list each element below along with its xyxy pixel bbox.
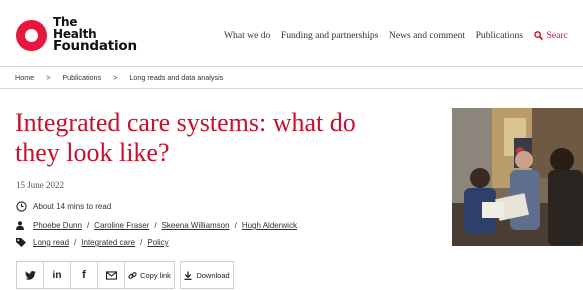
site-header: The Health Foundation What we do Funding… [0, 4, 583, 67]
author-separator: / [86, 221, 90, 230]
facebook-share-button[interactable]: f [71, 262, 98, 288]
read-time-text: About 14 mins to read [33, 202, 112, 211]
facebook-icon: f [82, 269, 86, 281]
author-link[interactable]: Phoebe Dunn [33, 221, 82, 230]
authors: Phoebe Dunn / Caroline Fraser / Skeena W… [16, 221, 297, 230]
tag-link[interactable]: Long read [33, 238, 69, 247]
share-toolbar: in f Copy link Download [16, 261, 234, 289]
person-icon [16, 221, 28, 230]
author-separator: / [154, 221, 157, 230]
clock-icon [16, 201, 28, 212]
search-button[interactable]: Searc [533, 30, 568, 41]
tag-link[interactable]: Integrated care [81, 238, 135, 247]
copy-link-button[interactable]: Copy link [125, 262, 174, 288]
search-label: Searc [546, 30, 568, 41]
read-time: About 14 mins to read [16, 201, 111, 212]
nav-funding-and-partnerships[interactable]: Funding and partnerships [281, 30, 379, 41]
search-icon [533, 31, 543, 40]
linkedin-share-button[interactable]: in [44, 262, 71, 288]
main-nav: What we do Funding and partnerships News… [224, 30, 578, 41]
link-icon [128, 271, 137, 279]
logo-mark-icon [16, 19, 47, 51]
copy-link-label: Copy link [140, 270, 171, 280]
logo-wordmark: The Health Foundation [53, 15, 137, 54]
author-link[interactable]: Hugh Alderwick [242, 221, 297, 230]
download-icon [184, 271, 192, 280]
download-button[interactable]: Download [180, 261, 234, 289]
breadcrumb: Home > Publications > Long reads and dat… [0, 67, 583, 89]
nav-publications[interactable]: Publications [476, 30, 523, 41]
email-icon [105, 270, 117, 280]
article-hero-image [452, 108, 583, 246]
tag-link[interactable]: Policy [147, 238, 168, 247]
linkedin-icon: in [52, 269, 62, 281]
email-share-button[interactable] [98, 262, 125, 288]
tag-separator: / [140, 238, 143, 247]
breadcrumb-publications[interactable]: Publications [62, 73, 101, 82]
breadcrumb-long-reads[interactable]: Long reads and data analysis [129, 73, 223, 82]
page-title: Integrated care systems: what do they lo… [15, 108, 356, 167]
twitter-icon [24, 270, 36, 280]
twitter-share-button[interactable] [17, 262, 44, 288]
author-link[interactable]: Skeena Williamson [162, 221, 230, 230]
breadcrumb-home[interactable]: Home [15, 73, 34, 82]
tags: Long read / Integrated care / Policy [16, 238, 169, 247]
breadcrumb-separator: > [46, 73, 51, 82]
nav-news-and-comment[interactable]: News and comment [389, 30, 465, 41]
tag-icon [16, 238, 28, 247]
hero-photo [452, 108, 583, 246]
author-separator: / [234, 221, 237, 230]
download-label: Download [196, 270, 230, 280]
publish-date: 15 June 2022 [16, 180, 64, 190]
tag-separator: / [74, 238, 77, 247]
breadcrumb-separator: > [113, 73, 118, 82]
nav-what-we-do[interactable]: What we do [224, 30, 270, 41]
author-link[interactable]: Caroline Fraser [94, 221, 149, 230]
site-logo[interactable]: The Health Foundation [16, 15, 137, 54]
